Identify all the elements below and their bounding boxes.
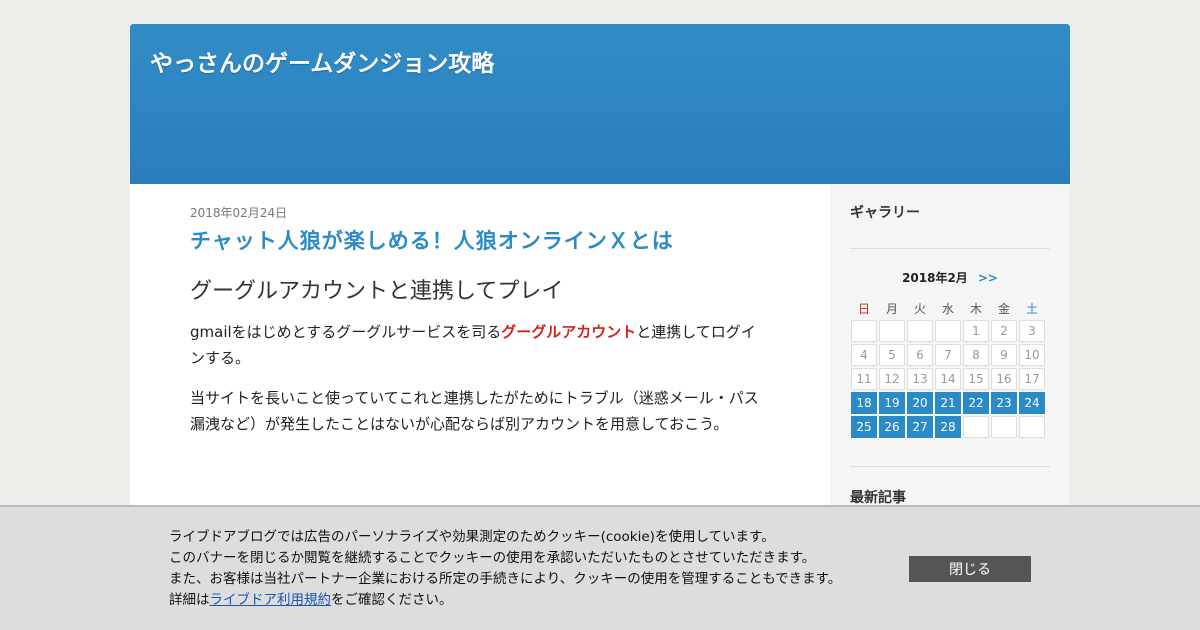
calendar-day: 14 xyxy=(935,368,961,390)
calendar-day[interactable]: 22 xyxy=(963,392,989,414)
calendar-weekday: 火 xyxy=(913,301,926,316)
calendar-day xyxy=(991,416,1017,438)
calendar-day: 13 xyxy=(907,368,933,390)
calendar-day: 1 xyxy=(963,320,989,342)
close-button[interactable]: 閉じる xyxy=(909,556,1031,582)
sidebar-divider xyxy=(850,248,1050,249)
calendar-day: 15 xyxy=(963,368,989,390)
calendar-day: 3 xyxy=(1019,320,1045,342)
google-account-link[interactable]: グーグルアカウント xyxy=(501,323,636,341)
calendar-day[interactable]: 24 xyxy=(1019,392,1045,414)
calendar-weekday: 土 xyxy=(1025,301,1038,316)
calendar-weekday: 月 xyxy=(885,301,898,316)
calendar-day xyxy=(907,320,933,342)
calendar-day[interactable]: 27 xyxy=(907,416,933,438)
calendar-day: 9 xyxy=(991,344,1017,366)
calendar-weekday: 水 xyxy=(941,301,954,316)
calendar-day[interactable]: 23 xyxy=(991,392,1017,414)
calendar-days: 1 2 3 4 5 6 7 8 9 10 11 12 13 14 15 16 17 18 19 20 21 22 23 24 2… xyxy=(851,320,1045,438)
calendar-day[interactable]: 19 xyxy=(879,392,905,414)
calendar-week: 123 xyxy=(851,320,1045,342)
post-paragraph-2: 当サイトを長いこと使っていてこれと連携したがためにトラブル（迷惑メール・パス漏洩… xyxy=(190,389,759,433)
cookie-banner: ライブドアブログでは広告のパーソナライズや効果測定のためクッキー(cookie)… xyxy=(0,505,1200,630)
calendar-weekday: 木 xyxy=(969,301,982,316)
cookie-line-2: このバナーを閉じるか閲覧を継続することでクッキーの使用を承認いただいたものとさせ… xyxy=(169,550,816,566)
calendar-week: 18 19 20 21 22 23 24 xyxy=(851,392,1045,414)
calendar-day xyxy=(935,320,961,342)
calendar-week: 11 12 13 14 15 16 17 xyxy=(851,368,1045,390)
calendar-day: 6 xyxy=(907,344,933,366)
calendar: 日月火水木金土 1 2 3 4 5 6 7 8 9 10 11 12 13 14 15 16 17 18 19 20 2… xyxy=(849,296,1047,440)
calendar-header: 2018年2月 >> xyxy=(850,269,1050,286)
post-p1-before: gmailをはじめとするグーグルサービスを司る xyxy=(190,323,502,341)
terms-link[interactable]: ライブドア利用規約 xyxy=(210,592,332,608)
cookie-message: ライブドアブログでは広告のパーソナライズや効果測定のためクッキー(cookie)… xyxy=(169,527,841,611)
cookie-line-1: ライブドアブログでは広告のパーソナライズや効果測定のためクッキー(cookie)… xyxy=(169,529,775,545)
cookie-line-3: また、お客様は当社パートナー企業における所定の手続きにより、クッキーの使用を管理… xyxy=(169,571,842,587)
calendar-day[interactable]: 25 xyxy=(851,416,877,438)
calendar-day xyxy=(879,320,905,342)
calendar-day: 4 xyxy=(851,344,877,366)
calendar-day: 12 xyxy=(879,368,905,390)
calendar-day[interactable]: 28 xyxy=(935,416,961,438)
post-paragraph-1: gmailをはじめとするグーグルサービスを司るグーグルアカウントと連携してログイ… xyxy=(190,319,770,371)
calendar-day[interactable]: 26 xyxy=(879,416,905,438)
gallery-heading: ギャラリー xyxy=(850,205,920,221)
cookie-line-4-after: をご確認ください。 xyxy=(331,592,453,608)
cookie-line-4-before: 詳細は xyxy=(169,592,210,608)
post-title[interactable]: チャット人狼が楽しめる！人狼オンラインＸとは xyxy=(190,225,770,255)
post-heading: グーグルアカウントと連携してプレイ xyxy=(190,279,564,304)
calendar-day: 17 xyxy=(1019,368,1045,390)
calendar-day xyxy=(851,320,877,342)
calendar-day: 11 xyxy=(851,368,877,390)
calendar-next-link[interactable]: >> xyxy=(978,271,998,285)
calendar-day[interactable]: 21 xyxy=(935,392,961,414)
calendar-day xyxy=(963,416,989,438)
calendar-week: 25 26 27 28 xyxy=(851,416,1045,438)
site-title[interactable]: やっさんのゲームダンジョン攻略 xyxy=(150,44,494,78)
calendar-weekday: 日 xyxy=(857,301,870,316)
sidebar-divider-2 xyxy=(850,466,1050,467)
post-date: 2018年02月24日 xyxy=(190,206,288,220)
calendar-day: 7 xyxy=(935,344,961,366)
calendar-weekday-row: 日月火水木金土 xyxy=(851,298,1045,318)
calendar-day[interactable]: 20 xyxy=(907,392,933,414)
calendar-weekday: 金 xyxy=(997,301,1010,316)
calendar-day: 5 xyxy=(879,344,905,366)
calendar-day: 10 xyxy=(1019,344,1045,366)
calendar-day xyxy=(1019,416,1045,438)
cookie-line-4: 詳細はライブドア利用規約をご確認ください。 xyxy=(169,590,841,611)
calendar-week: 4 5 6 7 8 9 10 xyxy=(851,344,1045,366)
calendar-day: 16 xyxy=(991,368,1017,390)
calendar-day: 2 xyxy=(991,320,1017,342)
calendar-day: 8 xyxy=(963,344,989,366)
blog-header: やっさんのゲームダンジョン攻略 xyxy=(130,24,1070,184)
calendar-day[interactable]: 18 xyxy=(851,392,877,414)
recent-posts-heading: 最新記事 xyxy=(850,490,906,506)
calendar-month: 2018年2月 xyxy=(902,271,968,285)
